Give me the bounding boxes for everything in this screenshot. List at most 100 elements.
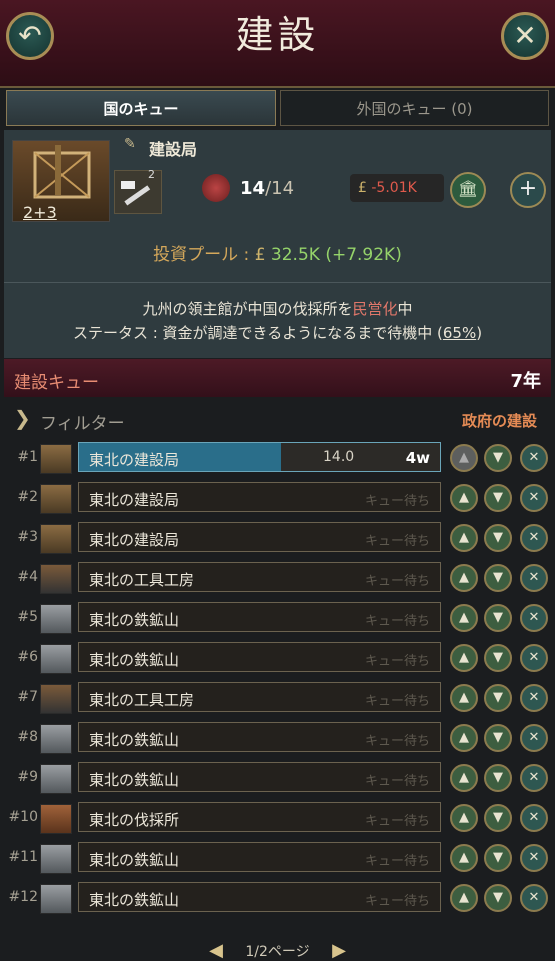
iron-building-icon[interactable] bbox=[40, 844, 72, 874]
move-up-button[interactable]: ▲ bbox=[450, 644, 478, 672]
iron-building-icon[interactable] bbox=[40, 764, 72, 794]
queue-position: #7 bbox=[17, 689, 38, 705]
move-up-button[interactable]: ▲ bbox=[450, 564, 478, 592]
queue-item-name: 東北の建設局 bbox=[89, 491, 180, 509]
queue-position: #9 bbox=[17, 769, 38, 785]
move-down-button[interactable]: ▼ bbox=[484, 804, 512, 832]
move-down-button[interactable]: ▼ bbox=[484, 564, 512, 592]
investment-pool: 投資プール : £ 32.5K (+7.92K) bbox=[153, 245, 402, 265]
queue-item-bar[interactable]: 東北の鉄鉱山 キュー待ち bbox=[78, 642, 441, 672]
move-down-button[interactable]: ▼ bbox=[484, 764, 512, 792]
queue-row[interactable]: #8 東北の鉄鉱山 キュー待ち ▲ ▼ ✕ bbox=[0, 718, 555, 758]
move-up-button[interactable]: ▲ bbox=[450, 524, 478, 552]
logging-building-icon[interactable] bbox=[40, 804, 72, 834]
progress-value: 14.0 bbox=[323, 449, 355, 465]
iron-building-icon[interactable] bbox=[40, 724, 72, 754]
queue-item-bar[interactable]: 東北の鉄鉱山 キュー待ち bbox=[78, 722, 441, 752]
queue-item-bar[interactable]: 東北の鉄鉱山 キュー待ち bbox=[78, 882, 441, 912]
queue-item-bar[interactable]: 東北の伐採所 キュー待ち bbox=[78, 802, 441, 832]
add-building-button[interactable]: + bbox=[510, 172, 546, 208]
bank-icon[interactable]: 🏛 bbox=[450, 172, 486, 208]
filter-bar[interactable]: ❯ フィルター 政府の建設 bbox=[4, 402, 551, 436]
queue-row[interactable]: #11 東北の鉄鉱山 キュー待ち ▲ ▼ ✕ bbox=[0, 838, 555, 878]
move-up-button[interactable]: ▲ bbox=[450, 844, 478, 872]
chevron-right-icon[interactable]: ❯ bbox=[14, 406, 31, 430]
header-bar: ↶ 建設 ✕ bbox=[0, 0, 555, 88]
remove-button[interactable]: ✕ bbox=[520, 844, 548, 872]
queue-row[interactable]: #6 東北の鉄鉱山 キュー待ち ▲ ▼ ✕ bbox=[0, 638, 555, 678]
wood-usage: 14/14 bbox=[240, 178, 295, 199]
move-down-button[interactable]: ▼ bbox=[484, 604, 512, 632]
queue-item-bar[interactable]: 東北の鉄鉱山 キュー待ち bbox=[78, 602, 441, 632]
queue-item-bar[interactable]: 東北の建設局 14.0 4w bbox=[78, 442, 441, 472]
tab-domestic-queue[interactable]: 国のキュー bbox=[6, 90, 276, 126]
close-icon[interactable]: ✕ bbox=[501, 12, 549, 60]
queue-item-name: 東北の鉄鉱山 bbox=[89, 891, 180, 909]
move-down-button[interactable]: ▼ bbox=[484, 884, 512, 912]
tab-foreign-queue[interactable]: 外国のキュー (0) bbox=[280, 90, 549, 126]
remove-button[interactable]: ✕ bbox=[520, 724, 548, 752]
queue-row[interactable]: #10 東北の伐採所 キュー待ち ▲ ▼ ✕ bbox=[0, 798, 555, 838]
move-down-button[interactable]: ▼ bbox=[484, 724, 512, 752]
move-up-button[interactable]: ▲ bbox=[450, 764, 478, 792]
remove-button[interactable]: ✕ bbox=[520, 524, 548, 552]
move-down-button[interactable]: ▼ bbox=[484, 444, 512, 472]
iron-building-icon[interactable] bbox=[40, 644, 72, 674]
queue-item-bar[interactable]: 東北の工具工房 キュー待ち bbox=[78, 562, 441, 592]
construction-building-icon[interactable] bbox=[40, 444, 72, 474]
funding-status: ステータス : 資金が調達できるようになるまで待機中 (65%) bbox=[72, 324, 483, 342]
queue-position: #10 bbox=[8, 809, 38, 825]
remove-button[interactable]: ✕ bbox=[520, 764, 548, 792]
move-up-button[interactable]: ▲ bbox=[450, 804, 478, 832]
remove-button[interactable]: ✕ bbox=[520, 804, 548, 832]
queue-position: #5 bbox=[17, 609, 38, 625]
queue-row[interactable]: #9 東北の鉄鉱山 キュー待ち ▲ ▼ ✕ bbox=[0, 758, 555, 798]
filter-label[interactable]: フィルター bbox=[40, 409, 125, 434]
pencil-icon[interactable]: ✎ bbox=[124, 136, 136, 152]
queue-row[interactable]: #4 東北の工具工房 キュー待ち ▲ ▼ ✕ bbox=[0, 558, 555, 598]
government-construction-label[interactable]: 政府の建設 bbox=[462, 410, 537, 431]
remove-button[interactable]: ✕ bbox=[520, 604, 548, 632]
move-down-button[interactable]: ▼ bbox=[484, 844, 512, 872]
queue-row[interactable]: #12 東北の鉄鉱山 キュー待ち ▲ ▼ ✕ bbox=[0, 878, 555, 918]
move-up-button[interactable]: ▲ bbox=[450, 604, 478, 632]
remove-button[interactable]: ✕ bbox=[520, 484, 548, 512]
move-up-button[interactable]: ▲ bbox=[450, 484, 478, 512]
queue-status: キュー待ち bbox=[364, 654, 430, 669]
remove-button[interactable]: ✕ bbox=[520, 684, 548, 712]
tools-building-icon[interactable] bbox=[40, 684, 72, 714]
queue-item-name: 東北の鉄鉱山 bbox=[89, 731, 180, 749]
move-up-button[interactable]: ▲ bbox=[450, 684, 478, 712]
queue-status: キュー待ち bbox=[364, 494, 430, 509]
queue-item-name: 東北の工具工房 bbox=[89, 571, 195, 589]
move-down-button[interactable]: ▼ bbox=[484, 644, 512, 672]
remove-button[interactable]: ✕ bbox=[520, 644, 548, 672]
iron-building-icon[interactable] bbox=[40, 884, 72, 914]
tools-building-icon[interactable] bbox=[40, 564, 72, 594]
queue-row[interactable]: #1 東北の建設局 14.0 4w ▲ ▼ ✕ bbox=[0, 438, 555, 478]
construction-building-icon[interactable]: 2+3 bbox=[12, 140, 110, 222]
building-level[interactable]: 2+3 bbox=[23, 203, 57, 222]
iron-building-icon[interactable] bbox=[40, 604, 72, 634]
queue-row[interactable]: #5 東北の鉄鉱山 キュー待ち ▲ ▼ ✕ bbox=[0, 598, 555, 638]
move-down-button[interactable]: ▼ bbox=[484, 684, 512, 712]
remove-button[interactable]: ✕ bbox=[520, 884, 548, 912]
construction-building-icon[interactable] bbox=[40, 524, 72, 554]
queue-row[interactable]: #3 東北の建設局 キュー待ち ▲ ▼ ✕ bbox=[0, 518, 555, 558]
move-down-button[interactable]: ▼ bbox=[484, 484, 512, 512]
queue-item-bar[interactable]: 東北の建設局 キュー待ち bbox=[78, 522, 441, 552]
queue-row[interactable]: #2 東北の建設局 キュー待ち ▲ ▼ ✕ bbox=[0, 478, 555, 518]
construction-building-icon[interactable] bbox=[40, 484, 72, 514]
queue-item-bar[interactable]: 東北の工具工房 キュー待ち bbox=[78, 682, 441, 712]
queue-row[interactable]: #7 東北の工具工房 キュー待ち ▲ ▼ ✕ bbox=[0, 678, 555, 718]
remove-button[interactable]: ✕ bbox=[520, 444, 548, 472]
move-up-button[interactable]: ▲ bbox=[450, 884, 478, 912]
remove-button[interactable]: ✕ bbox=[520, 564, 548, 592]
move-up-button[interactable]: ▲ bbox=[450, 724, 478, 752]
move-down-button[interactable]: ▼ bbox=[484, 524, 512, 552]
queue-status: キュー待ち bbox=[364, 574, 430, 589]
queue-item-bar[interactable]: 東北の鉄鉱山 キュー待ち bbox=[78, 762, 441, 792]
queue-item-bar[interactable]: 東北の建設局 キュー待ち bbox=[78, 482, 441, 512]
move-up-button[interactable]: ▲ bbox=[450, 444, 478, 472]
queue-item-bar[interactable]: 東北の鉄鉱山 キュー待ち bbox=[78, 842, 441, 872]
